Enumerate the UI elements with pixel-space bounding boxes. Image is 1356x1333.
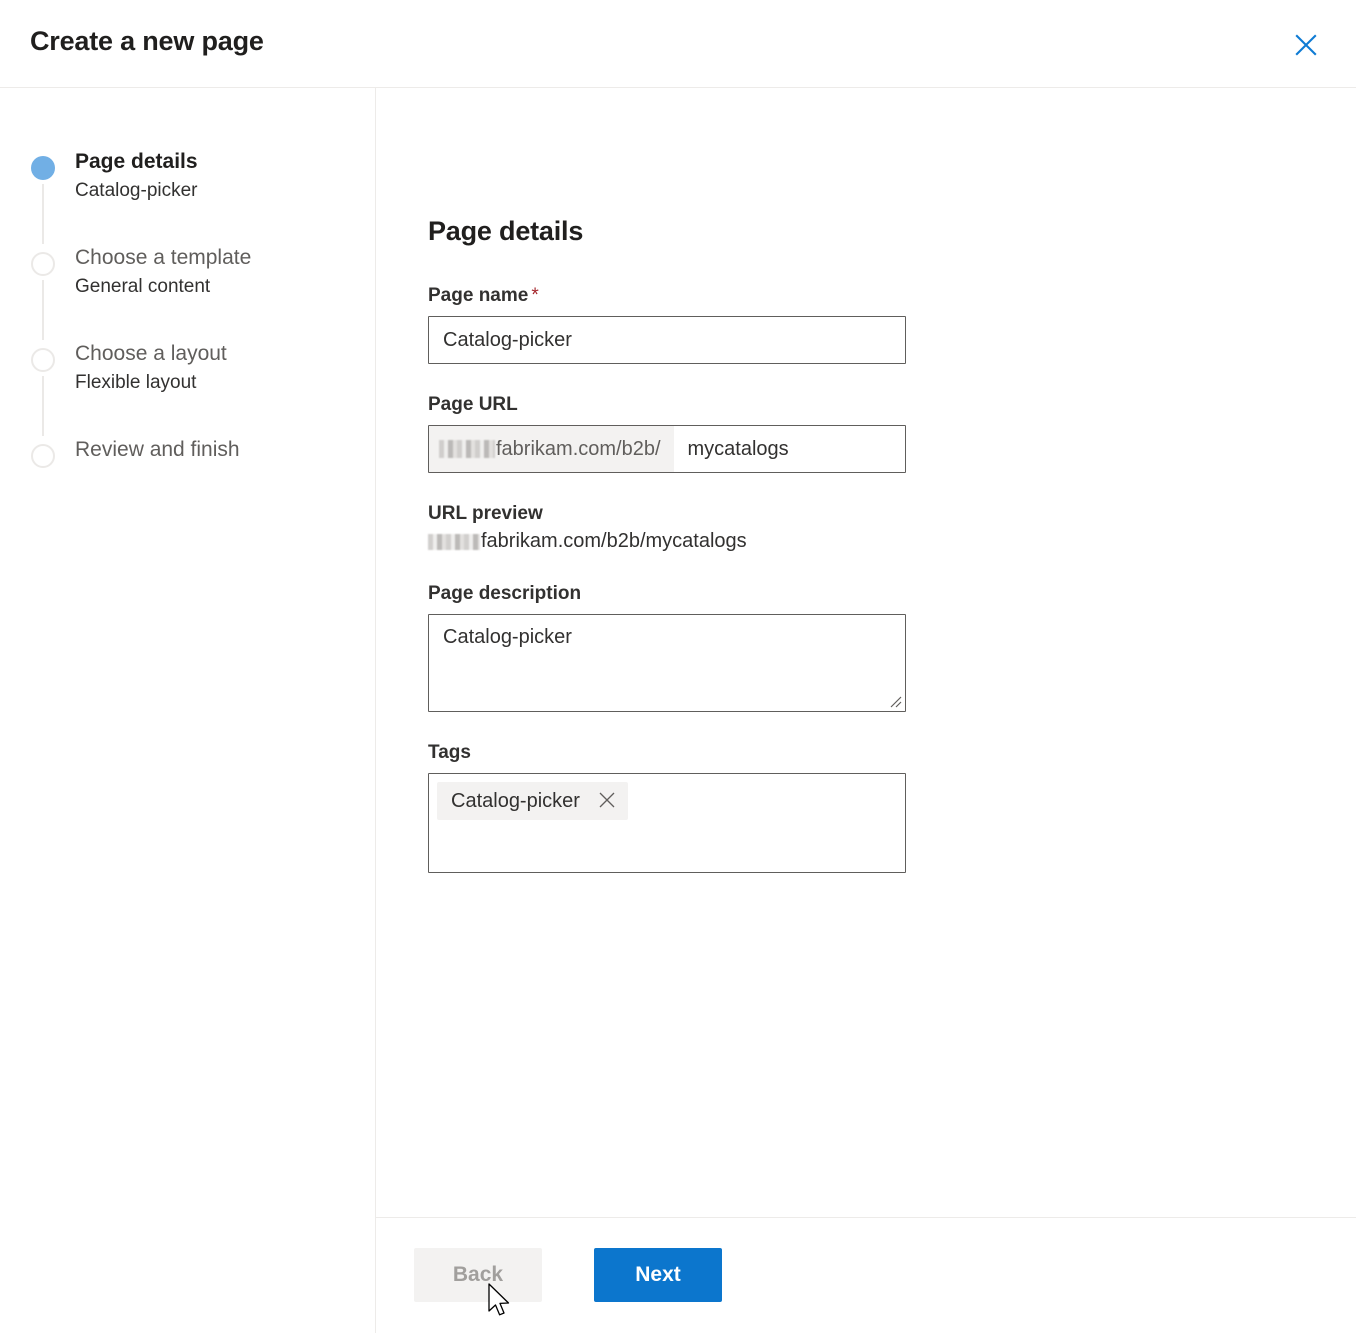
section-title: Page details: [428, 216, 584, 246]
page-name-input[interactable]: [428, 316, 906, 364]
page-details-form: Page details Page name* Page URL fabrika…: [376, 88, 1356, 1217]
page-url-group: fabrikam.com/b2b/: [428, 425, 906, 473]
wizard-step-title: Page details: [75, 150, 198, 173]
page-url-prefix-text: fabrikam.com/b2b/: [496, 437, 661, 460]
field-tags: Tags Catalog-picker: [428, 742, 1356, 873]
wizard-steps-rail: Page details Catalog-picker Choose a tem…: [0, 88, 376, 1217]
wizard-step-title: Choose a layout: [75, 342, 227, 365]
field-url-preview: URL preview fabrikam.com/b2b/mycatalogs: [428, 503, 1356, 553]
wizard-step-page-details[interactable]: Page details Catalog-picker: [0, 148, 375, 244]
step-marker-active-icon: [31, 156, 55, 180]
required-asterisk: *: [531, 285, 539, 306]
field-page-url: Page URL fabrikam.com/b2b/: [428, 394, 1356, 473]
field-page-name: Page name *: [428, 285, 1356, 364]
step-connector: [42, 184, 44, 244]
next-button[interactable]: Next: [594, 1248, 722, 1302]
page-url-label: Page URL: [428, 394, 518, 415]
tags-input-box[interactable]: Catalog-picker: [428, 773, 906, 873]
page-description-label: Page description: [428, 583, 582, 604]
close-icon: [597, 790, 617, 813]
step-connector: [42, 280, 44, 340]
wizard-step-title: Review and finish: [75, 438, 240, 461]
redacted-domain-icon: [439, 440, 495, 458]
dialog-footer: Back Next: [0, 1217, 1356, 1333]
create-page-dialog: Create a new page Page details Catalog-p…: [0, 0, 1356, 1333]
redacted-domain-icon: [428, 533, 480, 550]
close-dialog-button[interactable]: [1286, 25, 1326, 65]
page-name-label: Page name *: [428, 285, 1356, 307]
tags-label: Tags: [428, 742, 471, 763]
dialog-header: Create a new page: [0, 0, 1356, 88]
step-marker-inactive-icon: [31, 348, 55, 372]
url-preview-value: fabrikam.com/b2b/mycatalogs: [481, 530, 747, 552]
tag-remove-button[interactable]: [596, 790, 618, 812]
step-marker-inactive-icon: [31, 444, 55, 468]
page-name-label-text: Page name: [428, 285, 529, 306]
close-icon: [1293, 32, 1319, 58]
page-url-prefix: fabrikam.com/b2b/: [429, 426, 674, 472]
url-preview-value-row: fabrikam.com/b2b/mycatalogs: [428, 530, 1356, 553]
wizard-step-subtitle: Catalog-picker: [75, 180, 198, 201]
tag-chip-label: Catalog-picker: [451, 789, 580, 812]
page-url-slug-input[interactable]: [673, 426, 905, 472]
wizard-steps-list: Page details Catalog-picker Choose a tem…: [0, 148, 375, 476]
dialog-body: Page details Catalog-picker Choose a tem…: [0, 88, 1356, 1217]
wizard-step-subtitle: General content: [75, 276, 211, 297]
wizard-step-choose-a-layout[interactable]: Choose a layout Flexible layout: [0, 340, 375, 436]
step-marker-inactive-icon: [31, 252, 55, 276]
tag-chip[interactable]: Catalog-picker: [437, 782, 628, 820]
step-connector: [42, 376, 44, 436]
footer-divider: [376, 1217, 1356, 1218]
page-description-wrap: Catalog-picker: [428, 614, 906, 712]
url-preview-label: URL preview: [428, 503, 543, 524]
page-description-textarea[interactable]: Catalog-picker: [428, 614, 906, 712]
rail-divider-footer: [375, 1217, 376, 1333]
wizard-step-choose-a-template[interactable]: Choose a template General content: [0, 244, 375, 340]
field-page-description: Page description Catalog-picker: [428, 583, 1356, 712]
wizard-step-title: Choose a template: [75, 246, 252, 269]
wizard-step-subtitle: Flexible layout: [75, 372, 197, 393]
page-title: Create a new page: [30, 26, 264, 56]
wizard-step-review-and-finish[interactable]: Review and finish: [0, 436, 375, 476]
back-button[interactable]: Back: [414, 1248, 542, 1302]
